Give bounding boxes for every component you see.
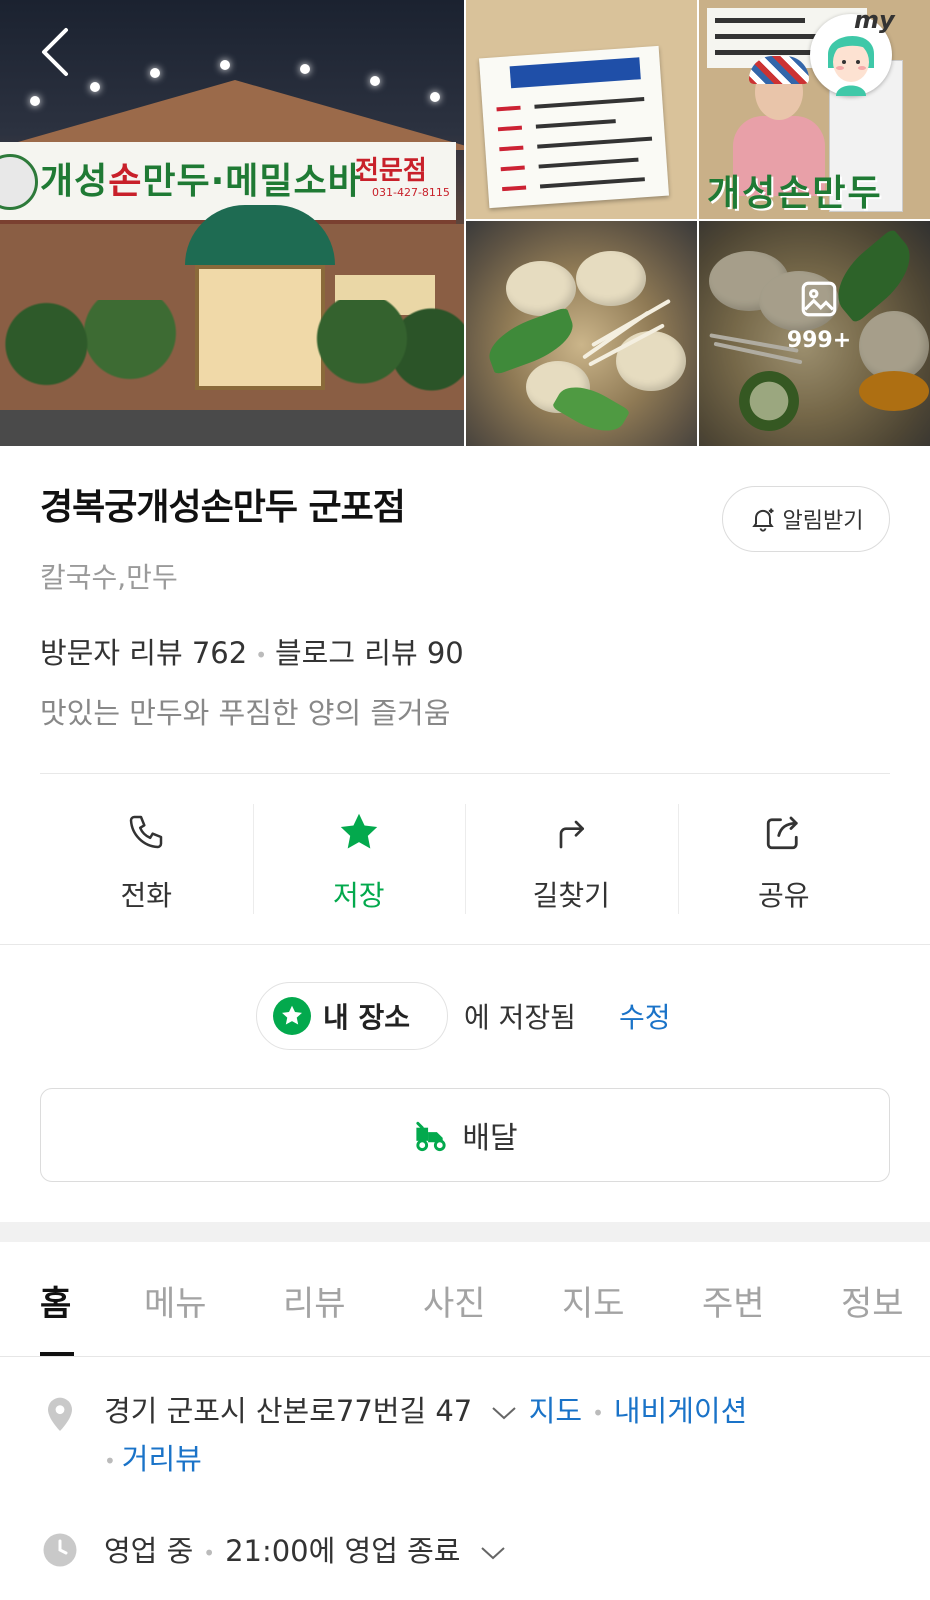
call-button[interactable]: 전화 bbox=[40, 804, 253, 914]
open-status: 영업 중 bbox=[104, 1534, 194, 1568]
star-badge-icon bbox=[273, 997, 311, 1035]
directions-button[interactable]: 길찾기 bbox=[465, 804, 678, 914]
place-title: 경복궁개성손만두 군포점 bbox=[40, 487, 406, 528]
street-view-link[interactable]: 거리뷰 bbox=[122, 1442, 202, 1476]
navigation-link[interactable]: 내비게이션 bbox=[614, 1394, 747, 1428]
share-button[interactable]: 공유 bbox=[677, 804, 891, 914]
photo-gallery: 개성손만두·메밀소바 전문점 031-427-8115 개성손만두 999+ m… bbox=[0, 0, 930, 446]
blog-review-link[interactable]: 블로그 리뷰 90 bbox=[275, 636, 464, 670]
alarm-button[interactable]: 알림받기 bbox=[722, 486, 890, 552]
bell-plus-icon bbox=[751, 508, 774, 532]
my-place-label: 내 장소 bbox=[323, 1001, 411, 1034]
hotpot-photo[interactable] bbox=[466, 221, 697, 446]
divider bbox=[0, 944, 930, 945]
photo-count-label: 999+ bbox=[786, 328, 852, 353]
place-category: 칼국수,만두 bbox=[40, 561, 178, 594]
divider bbox=[40, 773, 890, 774]
visitor-review-link[interactable]: 방문자 리뷰 762 bbox=[40, 636, 247, 670]
share-icon bbox=[766, 816, 798, 850]
review-summary: 방문자 리뷰 762 • 블로그 리뷰 90 bbox=[40, 636, 464, 670]
saved-text: 에 저장됨 bbox=[464, 1001, 576, 1034]
call-label: 전화 bbox=[120, 879, 173, 912]
star-icon bbox=[340, 813, 377, 849]
menu-sign-photo[interactable] bbox=[466, 0, 697, 219]
clock-icon bbox=[43, 1533, 77, 1567]
place-description: 맛있는 만두와 푸짐한 양의 즐거움 bbox=[40, 696, 451, 730]
tab-nearby[interactable]: 주변 bbox=[702, 1276, 765, 1325]
save-label: 저장 bbox=[332, 879, 385, 912]
back-button[interactable] bbox=[34, 24, 78, 80]
my-place-chip[interactable]: 내 장소 bbox=[256, 982, 448, 1050]
action-bar: 전화 저장 길찾기 공유 bbox=[40, 804, 890, 914]
section-separator bbox=[0, 1222, 930, 1242]
edit-link[interactable]: 수정 bbox=[619, 996, 671, 1036]
more-photos-button[interactable]: 999+ bbox=[764, 278, 874, 353]
chevron-down-icon[interactable] bbox=[489, 1403, 519, 1423]
my-badge: my bbox=[854, 6, 895, 34]
delivery-button[interactable]: 배달 bbox=[40, 1088, 890, 1182]
saved-status-row: 내 장소 에 저장됨 수정 bbox=[0, 980, 930, 1052]
delivery-scooter-icon bbox=[416, 1121, 447, 1152]
save-button[interactable]: 저장 bbox=[252, 804, 466, 914]
phone-icon bbox=[130, 815, 163, 849]
directions-label: 길찾기 bbox=[532, 879, 610, 912]
tab-photo[interactable]: 사진 bbox=[423, 1276, 486, 1325]
tab-bar: 홈 메뉴 리뷰 사진 지도 주변 정보 bbox=[0, 1242, 930, 1357]
active-tab-indicator bbox=[40, 1352, 74, 1356]
map-link[interactable]: 지도 bbox=[529, 1394, 582, 1428]
share-label: 공유 bbox=[757, 879, 810, 912]
image-icon bbox=[801, 281, 837, 317]
address-text[interactable]: 경기 군포시 산본로77번길 47 bbox=[104, 1394, 472, 1428]
my-profile-button[interactable]: my bbox=[810, 6, 895, 96]
chevron-down-icon[interactable] bbox=[478, 1543, 508, 1563]
location-pin-icon bbox=[48, 1397, 72, 1431]
tab-map[interactable]: 지도 bbox=[562, 1276, 625, 1325]
delivery-label: 배달 bbox=[462, 1121, 518, 1156]
chevron-left-icon bbox=[42, 28, 68, 76]
tab-info[interactable]: 정보 bbox=[841, 1276, 904, 1325]
alarm-label: 알림받기 bbox=[782, 509, 864, 534]
tab-home[interactable]: 홈 bbox=[40, 1276, 71, 1325]
tab-menu[interactable]: 메뉴 bbox=[144, 1276, 207, 1325]
directions-icon bbox=[559, 820, 585, 849]
tab-review[interactable]: 리뷰 bbox=[283, 1276, 346, 1325]
closing-time: 21:00에 영업 종료 bbox=[225, 1534, 461, 1568]
